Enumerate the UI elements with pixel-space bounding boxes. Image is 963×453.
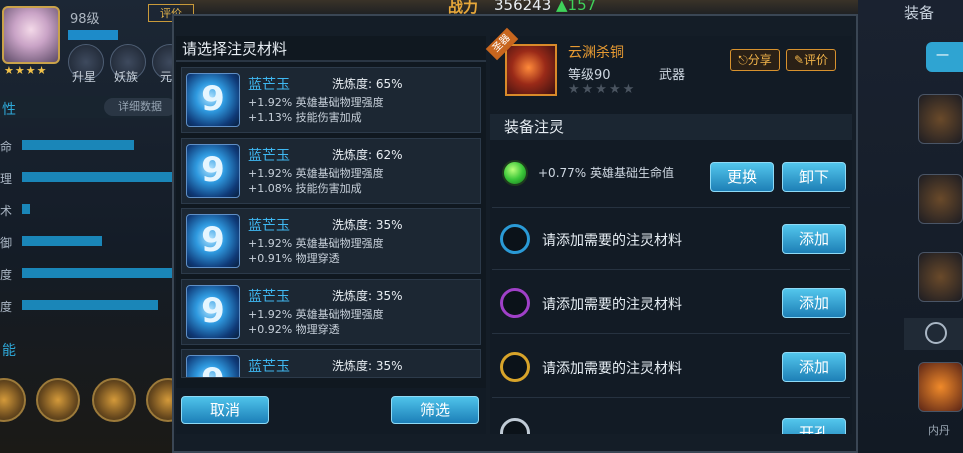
attr-bar (22, 236, 102, 246)
attr-bar (22, 204, 30, 214)
add-button[interactable]: 添加 (782, 352, 846, 382)
power-increase-value: 157 (567, 0, 597, 14)
equip-header: 装备 (904, 4, 935, 22)
material-name: 蓝芒玉 (248, 77, 290, 93)
slot-ring-icon (500, 288, 530, 318)
material-list-title: 请选择注灵材料 (182, 40, 288, 58)
blue-jade-icon: 9 (186, 73, 240, 127)
material-item[interactable]: 9 蓝芒玉 洗炼度: 35% +1.92% 英雄基础物理强度 +0.92% 物理… (181, 279, 481, 345)
material-stat: +1.92% 英雄基础物理强度 (248, 308, 384, 321)
power-increase: ▲157 (556, 0, 596, 14)
lock-icon (500, 418, 530, 434)
material-stat: +0.91% 物理穿透 (248, 252, 340, 265)
replace-button[interactable]: 更换 (710, 162, 774, 192)
unload-button[interactable]: 卸下 (782, 162, 846, 192)
weapon-stars: ★★★★★ (568, 82, 637, 97)
equip-slot[interactable] (918, 252, 963, 302)
equip-slot[interactable] (918, 174, 963, 224)
infuse-slot-empty: 请添加需要的注灵材料 添加 (492, 208, 850, 270)
infuse-slot-hint: 请添加需要的注灵材料 (542, 361, 682, 377)
material-stat: +1.92% 英雄基础物理强度 (248, 96, 384, 109)
infuse-slot-hint: 请添加需要的注灵材料 (542, 233, 682, 249)
slot-ring-icon (500, 352, 530, 382)
upgrade-star-label: 升星 (72, 70, 97, 84)
skill-icon[interactable] (92, 378, 136, 422)
inner-core-slot[interactable] (918, 362, 963, 412)
power-value: 356243 (494, 0, 552, 14)
material-stat: +1.92% 英雄基础物理强度 (248, 237, 384, 250)
blue-jade-icon: 9 (186, 214, 240, 268)
material-stat: +0.92% 物理穿透 (248, 323, 340, 336)
material-stat: +1.92% 英雄基础物理强度 (248, 167, 384, 180)
attr-label: 命 (0, 140, 13, 154)
hero-avatar[interactable] (2, 6, 60, 64)
attr-bar (22, 172, 172, 182)
evaluate-label: 评价 (804, 53, 829, 67)
material-purity: 洗炼度: 62% (332, 148, 403, 162)
attr-bar (22, 268, 173, 278)
weapon-icon[interactable] (505, 44, 557, 96)
radiation-icon[interactable] (925, 322, 947, 344)
divider (176, 60, 486, 62)
attr-bar (22, 300, 158, 310)
infuse-slot-locked: 开孔 (492, 400, 850, 434)
material-name: 蓝芒玉 (248, 359, 290, 375)
material-purity: 洗炼度: 35% (332, 289, 403, 303)
material-name: 蓝芒玉 (248, 148, 290, 164)
material-name: 蓝芒玉 (248, 289, 290, 305)
share-button[interactable]: ⎋分享 (730, 49, 780, 71)
cancel-button[interactable]: 取消 (181, 396, 269, 424)
material-purity: 洗炼度: 65% (332, 77, 403, 91)
equip-slot[interactable] (918, 94, 963, 144)
material-name: 蓝芒玉 (248, 218, 290, 234)
material-purity: 洗炼度: 35% (332, 218, 403, 232)
infuse-slot-filled: +0.77% 英雄基础生命值 更换 卸下 (492, 146, 850, 208)
material-stat: +1.13% 技能伤害加成 (248, 111, 362, 124)
blue-jade-icon: 9 (186, 355, 240, 377)
add-button[interactable]: 添加 (782, 288, 846, 318)
material-item[interactable]: 9 蓝芒玉 洗炼度: 65% +1.92% 英雄基础物理强度 +1.13% 技能… (181, 67, 481, 133)
equip-one-click-button[interactable]: 一 (926, 42, 963, 72)
add-button[interactable]: 添加 (782, 224, 846, 254)
attr-label: 术 (0, 204, 13, 218)
material-item[interactable]: 9 蓝芒玉 洗炼度: 35% +1.92% 英雄基础物理强度 +0.91% 物理… (181, 208, 481, 274)
infuse-slot-stat: +0.77% 英雄基础生命值 (538, 166, 674, 180)
green-gem-icon (502, 160, 528, 186)
blue-jade-icon: 9 (186, 285, 240, 339)
attr-label: 度 (0, 300, 13, 314)
weapon-name: 云渊杀铜 (568, 45, 624, 61)
hero-stars: ★★★★ (4, 64, 48, 77)
evaluate-button[interactable]: ✎评价 (786, 49, 836, 71)
inner-core-label: 内丹 (928, 424, 950, 437)
infuse-slot-hint: 请添加需要的注灵材料 (542, 297, 682, 313)
weapon-type: 武器 (659, 68, 686, 83)
attr-label: 御 (0, 236, 13, 250)
hero-level: 98级 (70, 12, 100, 27)
skill-icon[interactable] (36, 378, 80, 422)
material-purity: 洗炼度: 35% (332, 359, 403, 373)
attr-label: 理 (0, 172, 13, 186)
filter-button[interactable]: 筛选 (391, 396, 479, 424)
skills-header: 能 (2, 343, 16, 359)
attribute-header-label: 性 (2, 102, 16, 118)
weapon-level: 等级90 (568, 68, 611, 83)
material-item[interactable]: 9 蓝芒玉 洗炼度: 62% +1.92% 英雄基础物理强度 +1.08% 技能… (181, 138, 481, 204)
attr-label: 度 (0, 268, 13, 282)
infuse-slot-empty: 请添加需要的注灵材料 添加 (492, 336, 850, 398)
hero-xp-bar (68, 30, 118, 40)
infuse-section-title: 装备注灵 (504, 118, 565, 136)
material-stat: +1.08% 技能伤害加成 (248, 182, 362, 195)
share-label: 分享 (747, 53, 772, 67)
blue-jade-icon: 9 (186, 144, 240, 198)
attr-bar (22, 140, 134, 150)
open-slot-button[interactable]: 开孔 (782, 418, 846, 434)
infuse-slot-empty: 请添加需要的注灵材料 添加 (492, 272, 850, 334)
material-item[interactable]: 9 蓝芒玉 洗炼度: 35% (181, 349, 481, 378)
element-label: 元 (160, 70, 173, 84)
slot-ring-icon (500, 224, 530, 254)
race-label: 妖族 (114, 70, 139, 84)
detail-data-button[interactable]: 详细数据 (104, 98, 176, 116)
